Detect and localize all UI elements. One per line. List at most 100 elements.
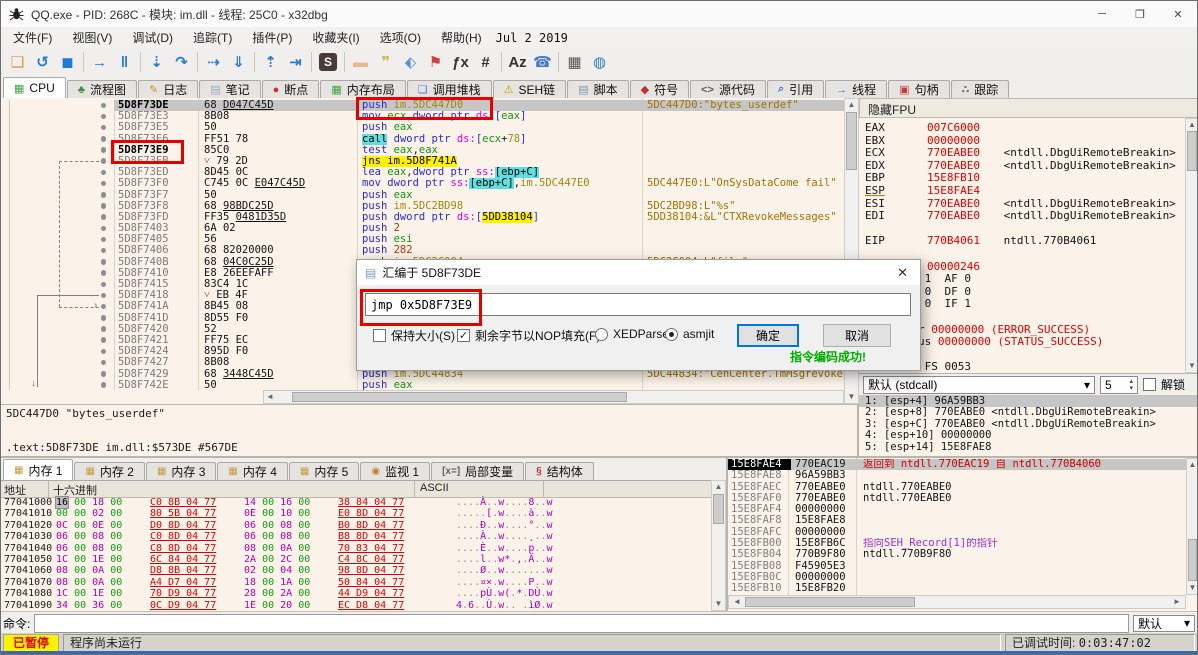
tab-symbols[interactable]: ◆ 符号 <box>629 80 690 98</box>
disasm-row[interactable]: 5D8F73E5 50 push eax <box>1 122 844 133</box>
arg-count-stepper[interactable]: 5 ▴ ▾ <box>1100 375 1138 394</box>
disasm-bytes[interactable]: C745 0C E047C45D <box>198 178 357 189</box>
nop-fill-option[interactable]: ✓ 剩余字节以NOP填充(F) <box>457 327 600 344</box>
disasm-address[interactable]: 5D8F73E5 <box>114 122 198 134</box>
menu-item[interactable]: 帮助(H) <box>431 29 492 47</box>
scroll-thumb[interactable] <box>1187 131 1197 171</box>
tab-notes[interactable]: ▤ 笔记 <box>199 80 261 98</box>
breakpoint-dot-icon[interactable] <box>100 348 106 355</box>
tab-trace[interactable]: ∴ 跟踪 <box>950 80 1010 98</box>
disasm-instruction[interactable]: test eax,eax <box>357 145 642 156</box>
step-out-icon[interactable]: ⇓ <box>226 51 251 73</box>
unlock-checkbox[interactable] <box>1143 378 1156 391</box>
dump-row[interactable]: 77041080 1C 00 1E 00 70 D9 04 77 28 00 2A 0… <box>1 588 711 599</box>
phone-icon[interactable]: ☎ <box>530 51 555 73</box>
disasm-instruction[interactable]: push 282 <box>357 245 642 256</box>
disasm-instruction[interactable]: jns im.5D8F741A <box>357 155 642 167</box>
tab-graph[interactable]: ♣ 流程图 <box>66 80 137 98</box>
run-to-cursor-icon[interactable]: ⇢ <box>201 51 226 73</box>
strings-icon[interactable]: Az <box>505 51 530 73</box>
register-line[interactable]: EDI 770EABE0 <ntdll.DbgUiRemoteBreakin> <box>865 209 1185 223</box>
scroll-down-icon[interactable]: ▼ <box>1187 582 1197 594</box>
tab-threads[interactable]: → 线程 <box>825 80 888 98</box>
disasm-address[interactable]: 5D8F73F0 <box>114 178 198 190</box>
disasm-comment[interactable] <box>642 245 844 256</box>
breakpoint-dot-icon[interactable] <box>100 147 106 153</box>
scroll-left-icon[interactable]: ◄ <box>264 391 276 403</box>
scroll-down-icon[interactable]: ▼ <box>1186 360 1197 372</box>
disasm-comment[interactable] <box>642 156 844 167</box>
breakpoint-dot-icon[interactable] <box>100 359 106 366</box>
scroll-thumb[interactable] <box>713 494 724 524</box>
tab-source[interactable]: <> 源代码 <box>690 80 766 98</box>
dialog-title-bar[interactable]: ▤ 汇编于 5D8F73DE ✕ <box>357 260 920 285</box>
dump-row[interactable]: 77041060 08 00 0A 00 D8 8B 04 77 02 00 04 0… <box>1 565 711 576</box>
disasm-comment[interactable] <box>642 134 844 145</box>
scroll-up-icon[interactable]: ▲ <box>712 481 725 493</box>
tab-dump-1[interactable]: ▦ 内存 1 <box>3 459 74 480</box>
run-until-return-icon[interactable]: ⇡ <box>258 51 283 73</box>
breakpoint-dot-icon[interactable] <box>100 303 106 310</box>
dump-row[interactable]: 77041040 06 00 08 00 C8 8D 04 77 08 00 0A 0… <box>1 543 711 554</box>
breakpoint-dot-icon[interactable] <box>100 326 106 332</box>
functions-icon[interactable]: ƒx <box>448 51 473 73</box>
stop-icon[interactable]: ◼ <box>55 51 80 73</box>
scroll-thumb[interactable] <box>846 112 857 170</box>
step-into-icon[interactable]: ⇣ <box>144 51 169 73</box>
breakpoint-dot-icon[interactable] <box>100 259 106 265</box>
disasm-instruction[interactable]: call dword ptr ds:[ecx+78] <box>357 133 642 145</box>
breakpoint-dot-icon[interactable] <box>100 292 106 299</box>
disasm-comment[interactable] <box>642 223 844 234</box>
breakpoint-dot-icon[interactable] <box>100 214 106 220</box>
disasm-comment[interactable]: 5DC2BD98:L"%s" <box>642 201 844 212</box>
register-line[interactable]: EBP 15E8FB10 <box>865 172 1185 185</box>
scroll-up-icon[interactable]: ▲ <box>845 99 858 111</box>
close-button[interactable]: ✕ <box>1159 1 1197 27</box>
asmjit-radio[interactable] <box>665 327 678 341</box>
register-line[interactable]: EIP 770B4061 ntdll.770B4061 <box>865 235 1185 248</box>
breakpoint-dot-icon[interactable] <box>100 281 106 287</box>
menu-item[interactable]: 插件(P) <box>242 29 302 47</box>
scroll-left-icon[interactable]: ◄ <box>731 596 743 608</box>
stack-row[interactable]: 15E8FAE8 96A59BB3 <box>728 469 1186 481</box>
disasm-instruction[interactable]: push im.5DC447D0 <box>357 100 642 112</box>
register-line[interactable]: EDX 770EABE0 <ntdll.DbgUiRemoteBreakin> <box>865 159 1185 173</box>
disasm-address[interactable]: 5D8F7427 <box>114 357 198 369</box>
command-input[interactable] <box>34 613 1129 633</box>
disasm-instruction[interactable]: push dword ptr ds:[5DD38104] <box>357 211 642 223</box>
disasm-comment[interactable]: 5DC447D0:"bytes_userdef" <box>642 100 844 112</box>
dump-row[interactable]: 77041070 08 00 0A 00 A4 D7 04 77 18 00 1A 0… <box>1 577 711 588</box>
breakpoint-dot-icon[interactable] <box>100 225 106 232</box>
comments-icon[interactable]: ❞ <box>373 51 398 73</box>
disasm-instruction[interactable]: push 2 <box>357 223 642 234</box>
tab-struct[interactable]: § 结构体 <box>525 462 594 480</box>
tab-dump-3[interactable]: ▦ 内存 3 <box>145 462 217 480</box>
stack-row[interactable]: 15E8FB10 15E8FB20 <box>728 582 1186 594</box>
dump-row[interactable]: 77041020 0C 00 0E 00 D0 8D 04 77 06 00 08 0… <box>1 520 711 531</box>
scroll-thumb[interactable] <box>745 597 915 607</box>
tab-breakpoints[interactable]: ● 断点 <box>261 80 320 98</box>
disasm-address[interactable]: 5D8F73F7 <box>114 189 198 201</box>
scroll-thumb[interactable] <box>1188 539 1197 581</box>
stack-vertical-scrollbar[interactable]: ▲ ▼ <box>1186 458 1197 595</box>
labels-icon[interactable]: ⬖ <box>398 51 423 73</box>
disasm-address[interactable]: 5D8F7429 <box>114 368 198 380</box>
breakpoint-dot-icon[interactable] <box>100 169 106 176</box>
stack-row[interactable]: 15E8FB04 770B9F80 ntdll.770B9F80 <box>728 549 1186 561</box>
breakpoint-dot-icon[interactable] <box>100 382 106 388</box>
minimize-button[interactable]: ─ <box>1083 1 1121 27</box>
disasm-address[interactable]: 5D8F741A <box>114 301 198 313</box>
cancel-button[interactable]: 取消 <box>823 324 891 347</box>
disasm-comment[interactable] <box>642 111 844 122</box>
spin-up-icon[interactable]: ▴ <box>1129 378 1133 385</box>
dump-row[interactable]: 77041030 06 00 08 00 C0 8D 04 77 06 00 08 0… <box>1 531 711 542</box>
registers-scrollbar[interactable]: ▲ ▼ <box>1185 118 1197 373</box>
ok-button[interactable]: 确定 <box>737 324 799 347</box>
disasm-comment[interactable] <box>642 234 844 245</box>
patches-icon[interactable]: ▬ <box>348 51 373 73</box>
breakpoint-dot-icon[interactable] <box>100 136 106 142</box>
asmjit-option[interactable]: asmjit <box>665 327 714 341</box>
calculator-icon[interactable]: ▦ <box>562 51 587 73</box>
disasm-instruction[interactable]: mov dword ptr ss:[ebp+C],im.5DC447E0 <box>357 178 642 190</box>
menu-item[interactable]: 调试(D) <box>122 29 183 47</box>
